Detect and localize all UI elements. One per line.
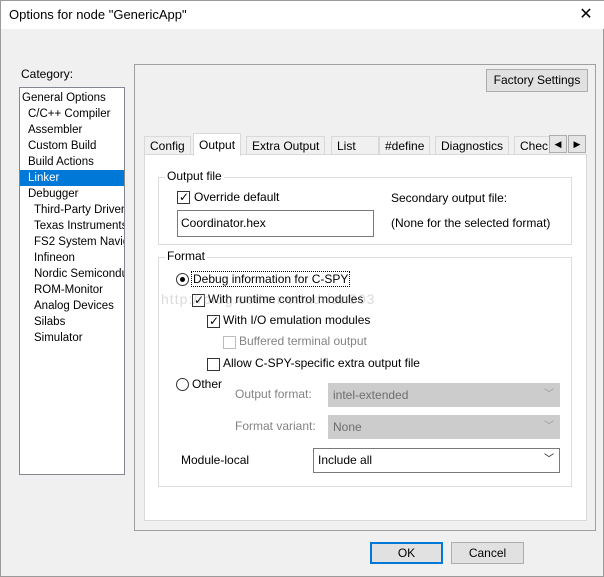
category-item-custom-build[interactable]: Custom Build [20, 138, 124, 154]
tab-list[interactable]: List [331, 136, 379, 155]
window-title: Options for node "GenericApp" [9, 7, 187, 22]
module-local-value: Include all [318, 453, 373, 467]
debug-info-label: Debug information for C-SPY [191, 271, 351, 287]
tab-diagnostics[interactable]: Diagnostics [435, 136, 510, 155]
format-group-label: Format [165, 249, 208, 263]
tab-scroll-left-icon[interactable]: ◀ [549, 135, 567, 153]
category-item-texas-instruments[interactable]: Texas Instruments [20, 218, 124, 234]
format-variant-value: None [333, 420, 362, 434]
io-emulation-label: With I/O emulation modules [223, 313, 371, 327]
title-bar: Options for node "GenericApp" ✕ [1, 1, 604, 29]
output-file-group-label: Output file [165, 169, 224, 183]
close-icon[interactable]: ✕ [576, 5, 596, 25]
category-item-build-actions[interactable]: Build Actions [20, 154, 124, 170]
tab-define[interactable]: #define [379, 136, 431, 155]
secondary-output-value: (None for the selected format) [391, 216, 551, 230]
category-item-rom-monitor[interactable]: ROM-Monitor [20, 282, 124, 298]
override-default-checkbox[interactable] [177, 190, 190, 204]
category-item-analog-devices[interactable]: Analog Devices [20, 298, 124, 314]
category-item-general-options[interactable]: General Options [20, 90, 124, 106]
tab-extra-output[interactable]: Extra Output [246, 136, 326, 155]
category-item-silabs[interactable]: Silabs [20, 314, 124, 330]
watermark: http://blog.csdn.net/adrian503 [161, 291, 376, 307]
module-local-label: Module-local [181, 453, 250, 467]
output-format-label: Output format: [235, 387, 312, 401]
factory-settings-button[interactable]: Factory Settings [486, 69, 588, 92]
allow-extra-output-checkbox[interactable] [207, 358, 220, 371]
allow-extra-output-label: Allow C-SPY-specific extra output file [223, 356, 420, 370]
secondary-output-label: Secondary output file: [391, 191, 508, 205]
category-item-infineon[interactable]: Infineon [20, 250, 124, 266]
tab-output[interactable]: Output [193, 133, 242, 156]
ok-button[interactable]: OK [370, 542, 443, 564]
override-default-label: Override default [194, 190, 280, 204]
category-item-simulator[interactable]: Simulator [20, 330, 124, 346]
category-item-linker[interactable]: Linker [20, 170, 124, 186]
category-list[interactable]: General Options C/C++ Compiler Assembler… [19, 87, 125, 475]
tab-config[interactable]: Config [144, 136, 191, 155]
output-filename-input[interactable]: Coordinator.hex [177, 210, 374, 237]
debug-info-radio[interactable] [176, 273, 189, 286]
format-variant-select[interactable]: None ﹀ [328, 415, 560, 439]
output-format-select[interactable]: intel-extended ﹀ [328, 383, 560, 407]
io-emulation-checkbox[interactable] [207, 314, 220, 328]
output-format-value: intel-extended [333, 388, 409, 402]
options-dialog: Options for node "GenericApp" ✕ Category… [0, 0, 604, 577]
module-local-select[interactable]: Include all ﹀ [313, 448, 560, 473]
chevron-down-icon: ﹀ [544, 389, 554, 400]
category-item-cpp-compiler[interactable]: C/C++ Compiler [20, 106, 124, 122]
format-variant-label: Format variant: [235, 419, 316, 433]
chevron-down-icon: ﹀ [544, 454, 554, 465]
buffered-terminal-label: Buffered terminal output [239, 334, 367, 348]
category-item-nordic-semiconductor[interactable]: Nordic Semiconduc [20, 266, 124, 282]
other-format-label: Other [192, 377, 223, 391]
category-item-third-party-driver[interactable]: Third-Party Driver [20, 202, 124, 218]
cancel-button[interactable]: Cancel [451, 542, 524, 564]
buffered-terminal-checkbox[interactable] [223, 336, 236, 349]
tab-scroll-right-icon[interactable]: ▶ [568, 135, 586, 153]
category-item-debugger[interactable]: Debugger [20, 186, 124, 202]
category-label: Category: [21, 67, 74, 81]
tab-check[interactable]: Chec [514, 136, 550, 155]
chevron-down-icon: ﹀ [544, 421, 554, 432]
other-format-radio[interactable] [176, 378, 189, 391]
category-item-fs2-system-navigator[interactable]: FS2 System Naviga [20, 234, 124, 250]
category-item-assembler[interactable]: Assembler [20, 122, 124, 138]
